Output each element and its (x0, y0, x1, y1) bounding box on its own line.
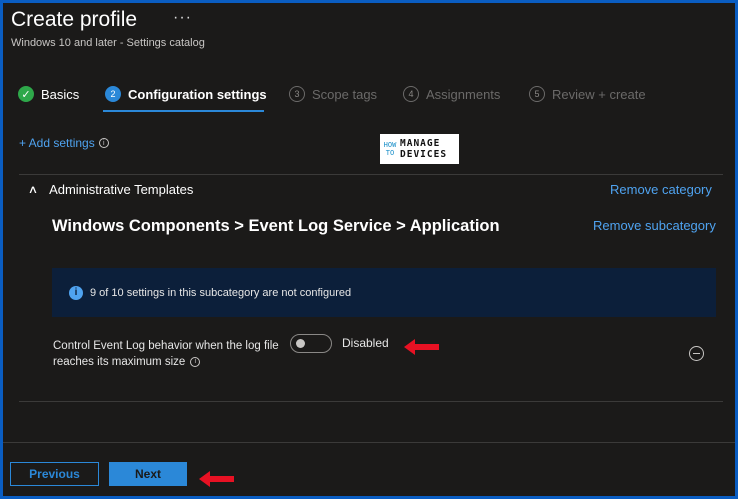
step-review-create[interactable]: 5 Review + create (529, 86, 646, 102)
info-banner-text: 9 of 10 settings in this subcategory are… (90, 286, 352, 299)
remove-subcategory-link[interactable]: Remove subcategory (593, 218, 716, 233)
step-number: 2 (105, 86, 121, 102)
setting-row-label: Control Event Log behavior when the log … (53, 338, 293, 370)
info-icon: i (69, 285, 83, 300)
minus-circle-icon[interactable] (689, 346, 704, 361)
previous-button[interactable]: Previous (10, 462, 99, 486)
add-settings-label: + Add settings (19, 136, 95, 150)
page-subtitle: Windows 10 and later - Settings catalog (11, 37, 205, 49)
add-settings-link[interactable]: + Add settings i (19, 136, 109, 150)
toggle-state-label: Disabled (342, 336, 389, 350)
step-assignments[interactable]: 4 Assignments (403, 86, 500, 102)
step-label: Review + create (552, 86, 646, 102)
logo-how-to: HOW TO (383, 141, 397, 157)
wizard-footer: Previous Next (3, 442, 735, 496)
toggle-knob (296, 339, 305, 348)
chevron-up-icon[interactable]: ∧ (28, 183, 38, 196)
category-header[interactable]: ∧ Administrative Templates (28, 182, 194, 197)
step-label: Scope tags (312, 86, 378, 102)
info-icon[interactable]: i (98, 138, 109, 148)
red-arrow-left-icon (199, 471, 234, 487)
remove-category-link[interactable]: Remove category (610, 182, 712, 197)
checkmark-icon: ✓ (18, 86, 34, 102)
step-number: 5 (529, 86, 545, 102)
next-button[interactable]: Next (109, 462, 187, 486)
brand-logo: HOW TO MANAGE DEVICES (380, 134, 459, 164)
create-profile-pane: Create profile ··· Windows 10 and later … (3, 3, 735, 496)
step-label: Configuration settings (128, 86, 267, 102)
setting-toggle[interactable] (290, 334, 332, 353)
step-scope-tags[interactable]: 3 Scope tags (289, 86, 377, 102)
logo-line-2: DEVICES (400, 149, 448, 160)
step-number: 4 (403, 86, 419, 102)
info-icon[interactable]: i (190, 356, 201, 367)
active-step-underline (103, 110, 264, 112)
info-banner: i 9 of 10 settings in this subcategory a… (52, 268, 716, 317)
red-arrow-left-icon (404, 339, 439, 355)
step-number: 3 (289, 86, 305, 102)
subcategory-title: Windows Components > Event Log Service >… (52, 217, 500, 235)
more-options-icon[interactable]: ··· (173, 9, 192, 27)
step-basics[interactable]: ✓ Basics (18, 86, 79, 102)
step-label: Basics (41, 86, 80, 102)
setting-name: Control Event Log behavior when the log … (53, 340, 279, 368)
page-title: Create profile (11, 8, 138, 31)
step-configuration-settings[interactable]: 2 Configuration settings (105, 86, 267, 102)
step-label: Assignments (426, 86, 501, 102)
section-divider (19, 401, 723, 402)
category-name: Administrative Templates (49, 182, 194, 197)
logo-words: MANAGE DEVICES (400, 138, 447, 160)
section-divider (19, 174, 723, 175)
logo-line-1: MANAGE (400, 138, 441, 149)
